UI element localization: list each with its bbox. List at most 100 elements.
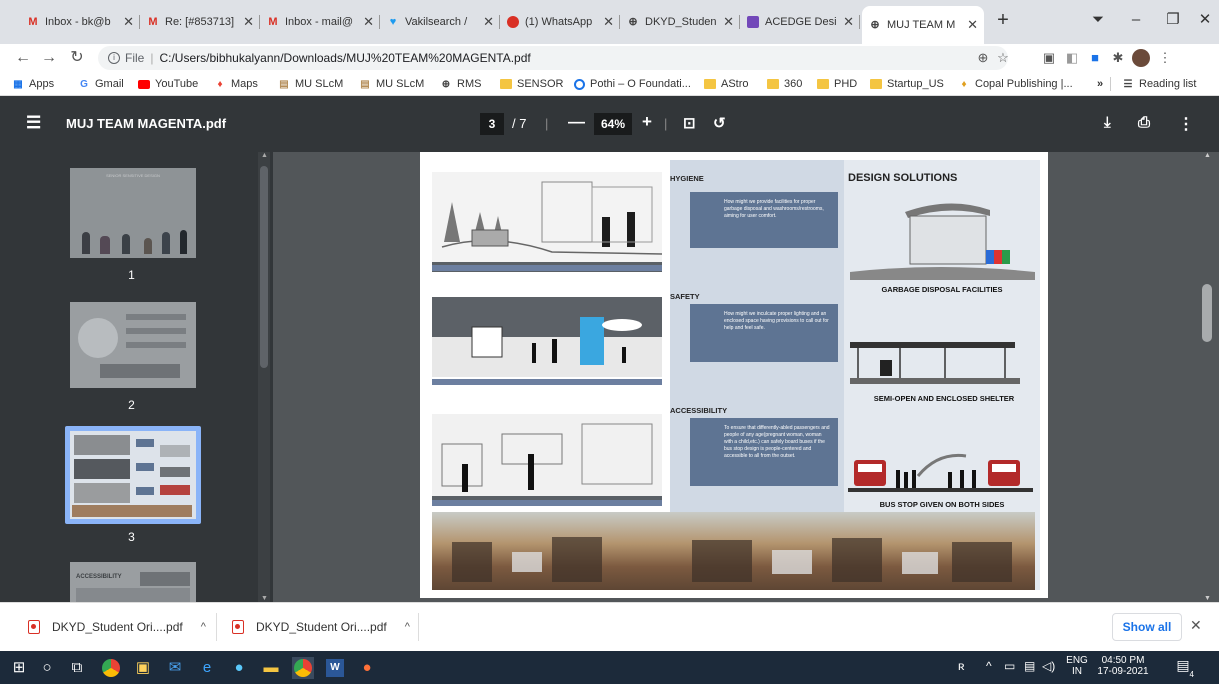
thumbnail-page-1[interactable]: SENIOR SENSITIVE DESIGN [70, 168, 196, 258]
tab-5[interactable]: (1) WhatsApp ✕ [500, 8, 620, 36]
sidebar-scrollbar[interactable]: ▲ ▼ [258, 152, 270, 602]
bookmark-maps[interactable]: ♦ Maps [214, 76, 257, 92]
bookmark-pothi[interactable]: Pothi – O Foundati... [573, 76, 691, 92]
chevron-up-icon[interactable]: ^ [201, 621, 206, 633]
close-icon[interactable]: ✕ [603, 14, 614, 30]
close-downloads-icon[interactable]: ✕ [1190, 617, 1202, 634]
scroll-up-icon[interactable]: ▲ [261, 152, 268, 159]
tab-2[interactable]: M Re: [#853713] ✕ [140, 8, 260, 36]
extensions-puzzle-icon[interactable]: ✱ [1109, 49, 1127, 67]
page-number-input[interactable]: 3 [480, 113, 504, 135]
notifications-icon[interactable]: ▤ 4 [1172, 657, 1194, 679]
download-icon[interactable]: ⤓ [1104, 114, 1111, 131]
chrome-active-icon[interactable] [292, 657, 314, 679]
tab-3[interactable]: M Inbox - mail@ ✕ [260, 8, 380, 36]
scroll-down-icon[interactable]: ▼ [261, 595, 268, 602]
search-icon[interactable]: ○ [36, 657, 58, 679]
page-scrollbar[interactable]: ▲ ▼ [1198, 152, 1219, 602]
profile-avatar[interactable] [1132, 49, 1150, 67]
reading-list-button[interactable]: ☰ Reading list [1122, 76, 1197, 92]
app-icon[interactable]: ● [228, 657, 250, 679]
thumbnail-page-4[interactable]: ACCESSIBILITY [70, 562, 196, 602]
pdf-extension-icon[interactable]: ◧ [1063, 49, 1081, 67]
language-indicator[interactable]: ENG IN [1066, 655, 1088, 677]
zoom-icon[interactable]: ⊕ [974, 49, 992, 67]
battery-icon[interactable]: ▭ [1004, 659, 1015, 673]
more-actions-icon[interactable]: ⋮ [1178, 114, 1194, 134]
close-icon[interactable]: ✕ [483, 14, 494, 30]
sidebar-menu-icon[interactable]: ☰ [26, 113, 41, 133]
bookmark-youtube[interactable]: YouTube [138, 76, 198, 92]
close-icon[interactable]: ✕ [363, 14, 374, 30]
mail-icon[interactable]: ✉ [164, 657, 186, 679]
close-icon[interactable]: ✕ [243, 14, 254, 30]
chrome-taskbar-icon[interactable] [100, 657, 122, 679]
edge-icon[interactable]: e [196, 657, 218, 679]
file-explorer-icon[interactable]: ▬ [260, 657, 282, 679]
address-bar[interactable]: i File | C:/Users/bibhukalyann/Downloads… [98, 46, 1008, 70]
print-icon[interactable]: ⎙ [1138, 114, 1150, 131]
zoom-input[interactable]: 64% [594, 113, 632, 135]
bookmarks-more-button[interactable]: » [1097, 76, 1103, 92]
bookmark-gmail[interactable]: G Gmail [78, 76, 124, 92]
tab-7[interactable]: ACEDGE Desi ✕ [740, 8, 860, 36]
zoom-in-button[interactable]: + [642, 112, 652, 132]
bookmark-startup-us[interactable]: Startup_US [870, 76, 944, 92]
close-icon[interactable]: ✕ [123, 14, 134, 30]
extension-icon[interactable]: ▣ [1040, 49, 1058, 67]
new-tab-button[interactable]: + [988, 8, 1018, 32]
tab-search-icon[interactable]: ⏷ [1083, 8, 1113, 32]
chevron-up-icon[interactable]: ^ [986, 659, 992, 673]
forward-icon[interactable]: → [38, 47, 60, 69]
scroll-up-icon[interactable]: ▲ [1204, 152, 1211, 159]
rotate-icon[interactable]: ↺ [713, 114, 726, 132]
firefox-icon[interactable]: ● [356, 657, 378, 679]
task-view-icon[interactable]: ⧉ [66, 657, 88, 679]
close-icon[interactable]: ✕ [843, 14, 854, 30]
close-window-button[interactable]: ✕ [1190, 8, 1219, 32]
download-item[interactable]: DKYD_Student Ori....pdf ^ [232, 617, 410, 637]
maximize-button[interactable]: ❐ [1158, 8, 1188, 32]
people-icon[interactable]: ʀ [958, 659, 965, 673]
bookmark-apps[interactable]: ▦ Apps [12, 76, 54, 92]
back-icon[interactable]: ← [12, 47, 34, 69]
fit-page-icon[interactable]: ⊡ [683, 114, 696, 132]
bookmark-mu-slcm-2[interactable]: ▤ MU SLcM [359, 76, 424, 92]
tab-6[interactable]: ⊕ DKYD_Studen ✕ [620, 8, 740, 36]
meet-extension-icon[interactable]: ■ [1086, 49, 1104, 67]
bookmark-360[interactable]: 360 [767, 76, 802, 92]
volume-icon[interactable]: ◁) [1042, 659, 1055, 673]
minimize-button[interactable]: – [1121, 8, 1151, 32]
windows-start-icon[interactable]: ⊞ [8, 657, 30, 679]
thumbnail-page-2[interactable] [70, 302, 196, 388]
bookmark-copal[interactable]: ♦ Copal Publishing |... [958, 76, 1072, 92]
zoom-out-button[interactable]: — [568, 112, 585, 132]
both-sides-bus-stop-image [848, 448, 1033, 494]
bookmark-rms[interactable]: ⊕ RMS [440, 76, 482, 92]
store-icon[interactable]: ▣ [132, 657, 154, 679]
sidebar-scroll-thumb[interactable] [260, 166, 268, 368]
bookmark-phd[interactable]: PHD [817, 76, 857, 92]
info-icon[interactable]: i [108, 52, 120, 64]
reload-icon[interactable]: ↻ [66, 47, 88, 69]
download-item[interactable]: DKYD_Student Ori....pdf ^ [28, 617, 206, 637]
bookmark-mu-slcm-1[interactable]: ▤ MU SLcM [278, 76, 343, 92]
thumbnail-page-3[interactable] [70, 431, 196, 519]
chevron-up-icon[interactable]: ^ [405, 621, 410, 633]
bookmark-star-icon[interactable]: ☆ [994, 49, 1012, 67]
clock[interactable]: 04:50 PM 17-09-2021 [1092, 655, 1154, 677]
bookmark-astro[interactable]: AStro [704, 76, 749, 92]
menu-kebab-icon[interactable]: ⋮ [1156, 49, 1174, 67]
tab-active[interactable]: ⊕ MUJ TEAM M ✕ [862, 6, 984, 44]
show-all-button[interactable]: Show all [1112, 613, 1182, 641]
pothi-icon [573, 78, 585, 90]
page-scroll-thumb[interactable] [1202, 284, 1212, 342]
tab-4[interactable]: ♥ Vakilsearch / ✕ [380, 8, 500, 36]
scroll-down-icon[interactable]: ▼ [1204, 595, 1211, 602]
tab-1[interactable]: M Inbox - bk@b ✕ [20, 8, 140, 36]
close-icon[interactable]: ✕ [723, 14, 734, 30]
close-icon[interactable]: ✕ [967, 17, 978, 33]
network-icon[interactable]: ▤ [1024, 659, 1035, 673]
word-icon[interactable]: W [324, 657, 346, 679]
bookmark-sensor[interactable]: SENSOR [500, 76, 563, 92]
